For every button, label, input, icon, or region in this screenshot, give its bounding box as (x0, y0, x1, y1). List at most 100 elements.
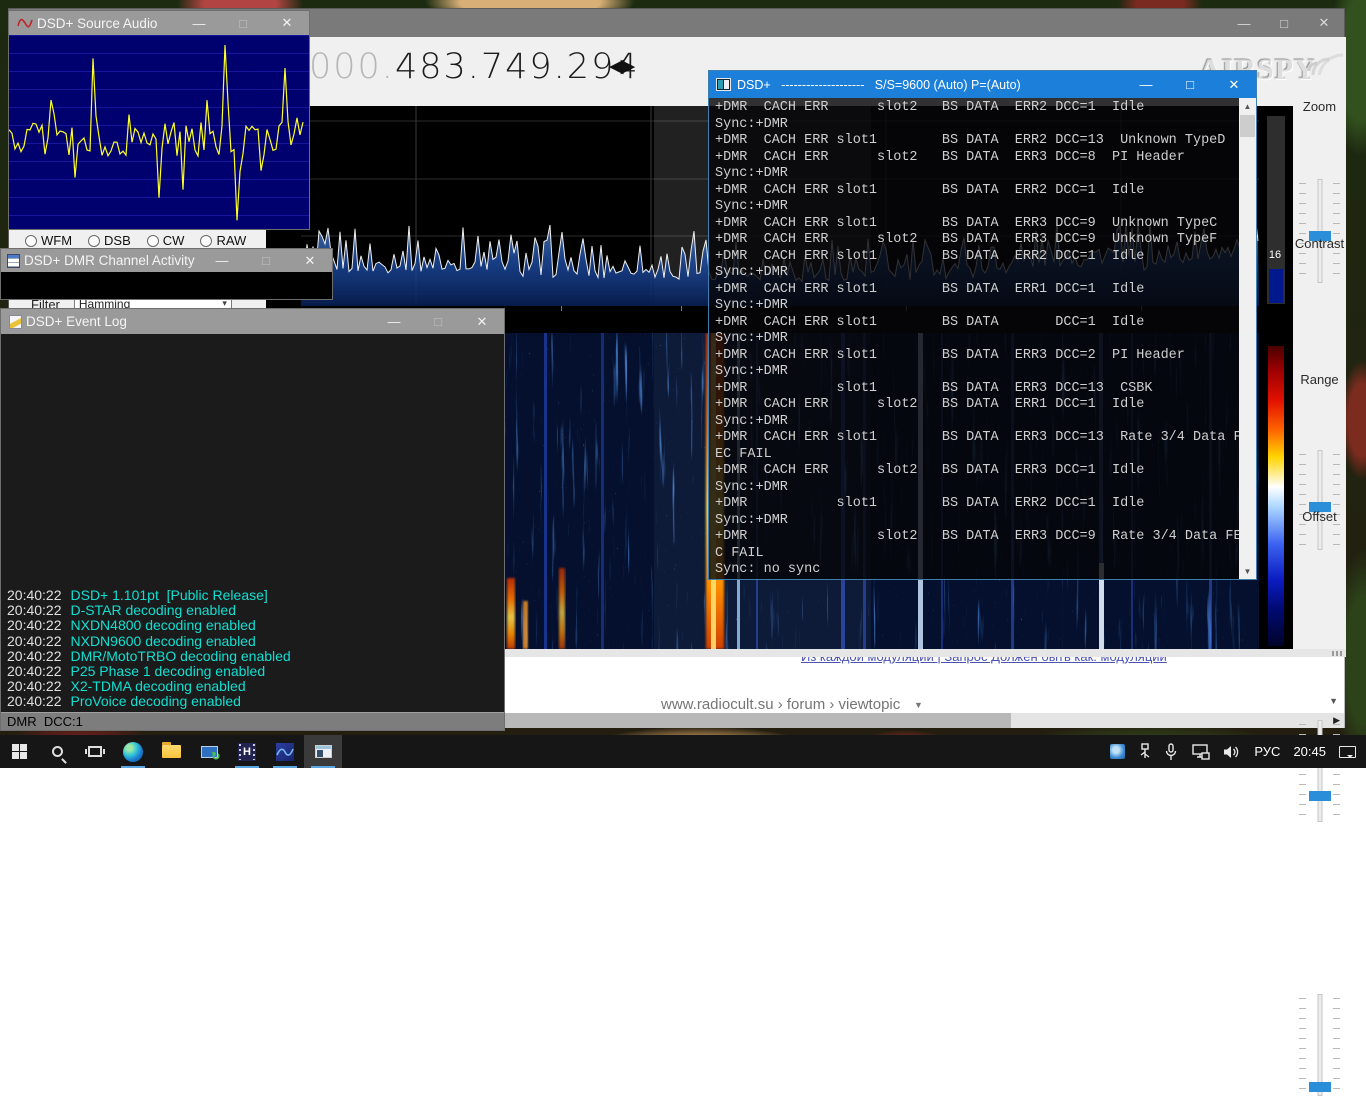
range-slider-group: Range (1293, 372, 1346, 387)
search-icon (52, 746, 63, 757)
dmr-activity-window[interactable]: DSD+ DMR Channel Activity — □ ✕ (0, 248, 333, 300)
console-title: DSD+ -------------------- S/S=9600 (Auto… (737, 78, 1021, 92)
dsd-console-window[interactable]: DSD+ -------------------- S/S=9600 (Auto… (708, 70, 1257, 580)
taskbar-item-sdr[interactable] (266, 735, 304, 768)
radio-circle-icon[interactable] (25, 235, 37, 247)
taskbar-item-console[interactable] (304, 735, 342, 768)
taskbar-item-hdsdr[interactable]: H (228, 735, 266, 768)
desktop-background: Из каждой модуляции | Запрос Должен быть… (0, 0, 1366, 768)
offset-slider[interactable] (1293, 994, 1346, 1096)
action-center-icon[interactable] (1339, 746, 1356, 758)
taskbar-item-remote[interactable] (190, 735, 228, 768)
mode-radio[interactable]: DSB (88, 233, 131, 248)
tray-app-icon[interactable] (1110, 744, 1125, 759)
console-titlebar[interactable]: DSD+ -------------------- S/S=9600 (Auto… (709, 71, 1256, 98)
microphone-icon[interactable] (1165, 743, 1177, 761)
event-log-titlebar[interactable]: DSD+ Event Log — □ ✕ (1, 309, 504, 334)
range-label: Range (1293, 372, 1346, 387)
h-app-icon: H (238, 743, 256, 761)
frequency-value[interactable]: 483.749.294 (395, 47, 640, 87)
network-icon[interactable] (1190, 744, 1210, 760)
event-log-close-button[interactable]: ✕ (460, 309, 504, 334)
slider-ticks (1333, 183, 1340, 279)
radio-circle-icon[interactable] (88, 235, 100, 247)
dmr-minimize-button[interactable]: — (200, 249, 244, 272)
scroll-up-icon[interactable]: ▲ (1239, 98, 1256, 114)
log-entry: 20:40:22ProVoice decoding enabled (7, 694, 291, 709)
log-entry: 20:40:22DMR/MotoTRBO decoding enabled (7, 649, 291, 664)
forum-topic-link[interactable]: Из каждой модуляции | Запрос Должен быть… (801, 656, 1167, 664)
source-audio-titlebar[interactable]: DSD+ Source Audio — □ ✕ (9, 11, 309, 35)
task-view-button[interactable] (76, 735, 114, 768)
display-settings-panel: Zoom Contrast Range (1293, 37, 1346, 649)
frequency-stepper-icons[interactable]: ◀▶ (609, 55, 632, 78)
mode-radio[interactable]: WFM (25, 233, 72, 248)
console-minimize-button[interactable]: — (1124, 71, 1168, 98)
log-entry: 20:40:22D-STAR decoding enabled (7, 603, 291, 618)
edge-browser-icon (123, 742, 143, 762)
frequency-prefix: 000. (309, 47, 395, 87)
console-scrollbar-thumb[interactable] (1240, 115, 1255, 137)
clock[interactable]: 20:45 (1293, 744, 1326, 759)
search-button[interactable] (38, 735, 76, 768)
breadcrumb-caret-icon[interactable]: ▼ (914, 700, 923, 710)
taskbar-item-edge[interactable] (114, 735, 152, 768)
event-log-maximize-button[interactable]: □ (416, 309, 460, 334)
source-audio-minimize-button[interactable]: — (177, 11, 221, 35)
audio-waveform-graphic (9, 35, 309, 229)
console-scrollbar[interactable]: ▲ ▼ (1239, 98, 1256, 579)
sdr-maximize-button[interactable]: □ (1264, 9, 1304, 37)
console-maximize-button[interactable]: □ (1168, 71, 1212, 98)
slider-thumb[interactable] (1309, 791, 1331, 801)
contrast-slider[interactable] (1293, 450, 1346, 550)
log-timestamp: 20:40:22 (7, 663, 62, 679)
sdr-minimize-button[interactable]: — (1224, 9, 1264, 37)
signal-meter-strip: 16 (1259, 106, 1293, 649)
log-timestamp: 20:40:22 (7, 648, 62, 664)
log-timestamp: 20:40:22 (7, 587, 62, 603)
breadcrumb[interactable]: www.radiocult.su › forum › viewtopic (661, 696, 900, 713)
event-log-statusbar: DMR DCC:1 (1, 712, 504, 730)
scroll-down-icon[interactable]: ▼ (1239, 563, 1256, 579)
console-window-icon (716, 78, 731, 91)
console-body[interactable]: +DMR CACH ERR slot2 BS DATA ERR2 DCC=1 I… (709, 98, 1256, 579)
radio-circle-icon[interactable] (200, 235, 212, 247)
mode-radio[interactable]: RAW (200, 233, 246, 248)
audio-scope (9, 35, 309, 229)
event-log-window[interactable]: DSD+ Event Log — □ ✕ 20:40:22DSD+ 1.101p… (0, 308, 505, 731)
source-audio-close-button[interactable]: ✕ (265, 11, 309, 35)
source-audio-title: DSD+ Source Audio (37, 16, 157, 31)
sdr-close-button[interactable]: ✕ (1304, 9, 1344, 37)
language-indicator[interactable]: РУС (1254, 744, 1280, 759)
slider-thumb[interactable] (1309, 1082, 1331, 1092)
taskbar-item-explorer[interactable] (152, 735, 190, 768)
start-button[interactable] (0, 735, 38, 768)
log-timestamp: 20:40:22 (7, 617, 62, 633)
radio-circle-icon[interactable] (147, 235, 159, 247)
vertical-scroll-down-icon[interactable]: ▼ (1329, 696, 1338, 706)
mode-radio[interactable]: CW (147, 233, 185, 248)
usb-icon[interactable] (1138, 743, 1152, 761)
contrast-label: Contrast (1293, 236, 1346, 251)
dmr-maximize-button[interactable]: □ (244, 249, 288, 272)
frequency-display[interactable]: 000.483.749.294 (309, 47, 640, 87)
slider-track[interactable] (1317, 450, 1322, 550)
dmr-close-button[interactable]: ✕ (288, 249, 332, 272)
event-log-minimize-button[interactable]: — (372, 309, 416, 334)
dmr-activity-titlebar[interactable]: DSD+ DMR Channel Activity — □ ✕ (1, 249, 332, 272)
resize-grip-icon[interactable] (1332, 651, 1342, 656)
log-entry: 20:40:22DSD+ 1.101pt [Public Release] (7, 588, 291, 603)
speaker-icon[interactable] (1223, 744, 1241, 760)
log-entry: 20:40:22X2-TDMA decoding enabled (7, 679, 291, 694)
slider-track[interactable] (1317, 994, 1322, 1096)
log-entry: 20:40:22NXDN4800 decoding enabled (7, 618, 291, 633)
log-timestamp: 20:40:22 (7, 678, 62, 694)
log-message: P25 Phase 1 decoding enabled (71, 663, 266, 679)
zoom-slider[interactable] (1293, 179, 1346, 283)
source-audio-window[interactable]: DSD+ Source Audio — □ ✕ (8, 10, 310, 230)
event-log-lines: 20:40:22DSD+ 1.101pt [Public Release]20:… (7, 588, 291, 709)
console-close-button[interactable]: ✕ (1212, 71, 1256, 98)
event-log-title: DSD+ Event Log (26, 314, 127, 329)
log-timestamp: 20:40:22 (7, 633, 62, 649)
source-audio-maximize-button[interactable]: □ (221, 11, 265, 35)
